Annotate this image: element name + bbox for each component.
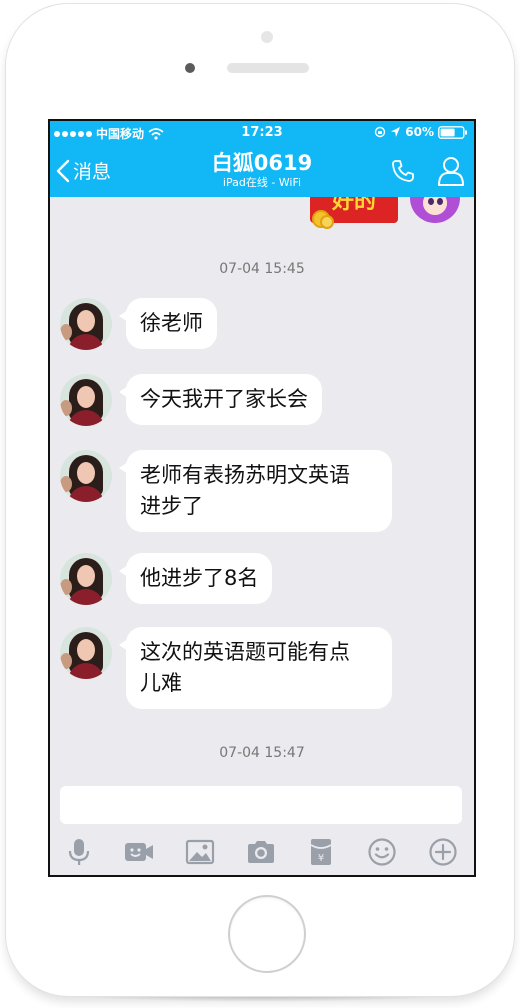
red-packet-button[interactable]: ¥ bbox=[305, 836, 337, 868]
contact-profile-icon[interactable] bbox=[436, 155, 466, 187]
message-bubble[interactable]: 老师有表扬苏明文英语 进步了 bbox=[119, 450, 392, 532]
message-bubble[interactable]: 他进步了8名 bbox=[118, 553, 273, 604]
message-row: 老师有表扬苏明文英语 进步了 bbox=[50, 450, 474, 532]
message-text-line: 老师有表扬苏明文英语 bbox=[140, 463, 350, 487]
front-camera bbox=[185, 63, 195, 73]
input-toolbar: ¥ bbox=[50, 836, 474, 868]
image-button[interactable] bbox=[184, 836, 216, 868]
camera-button[interactable] bbox=[245, 836, 277, 868]
voice-button[interactable] bbox=[63, 836, 95, 868]
status-right: 60% bbox=[374, 125, 468, 139]
chat-header: 消息 白狐0619 iPad在线 - WiFi bbox=[50, 145, 474, 197]
status-bar: 中国移动 17:23 60% bbox=[50, 121, 474, 145]
message-list[interactable]: 好的 07-04 15:45 徐老师 今天我开了家长会 老师有表扬苏明文英语 进… bbox=[50, 197, 474, 782]
message-text-line: 进步了 bbox=[140, 494, 203, 518]
video-call-button[interactable] bbox=[123, 836, 155, 868]
contact-avatar[interactable] bbox=[60, 553, 112, 605]
message-input[interactable] bbox=[60, 786, 462, 824]
battery-percent: 60% bbox=[405, 125, 434, 139]
orientation-lock-icon bbox=[375, 126, 386, 138]
home-button[interactable] bbox=[228, 895, 306, 973]
contact-avatar[interactable] bbox=[60, 627, 112, 679]
emoji-icon bbox=[368, 838, 396, 866]
red-packet-icon: ¥ bbox=[310, 839, 332, 865]
message-bubble[interactable]: 今天我开了家长会 bbox=[119, 374, 322, 425]
svg-text:¥: ¥ bbox=[318, 853, 324, 864]
my-avatar[interactable] bbox=[410, 197, 460, 223]
message-text-line: 今天我开了家长会 bbox=[140, 387, 308, 411]
image-icon bbox=[185, 839, 215, 865]
avatar-eye bbox=[437, 198, 443, 205]
phone-call-icon[interactable] bbox=[390, 158, 416, 184]
earpiece-speaker bbox=[227, 63, 309, 73]
message-text-line: 徐老师 bbox=[140, 311, 203, 335]
more-button[interactable] bbox=[427, 836, 459, 868]
microphone-icon bbox=[68, 839, 90, 865]
message-text-line: 他进步了8名 bbox=[140, 566, 259, 590]
proximity-sensor bbox=[261, 31, 273, 43]
contact-avatar[interactable] bbox=[60, 298, 112, 350]
phone-screen: 中国移动 17:23 60% 消息 白狐0619 iPad在线 - WiFi 好… bbox=[48, 119, 476, 877]
contact-avatar[interactable] bbox=[60, 450, 112, 502]
message-timestamp: 07-04 15:47 bbox=[219, 745, 305, 761]
message-timestamp: 07-04 15:45 bbox=[219, 261, 305, 277]
message-row: 他进步了8名 bbox=[50, 553, 474, 605]
plus-icon bbox=[429, 838, 457, 866]
coin-icon bbox=[320, 215, 334, 229]
video-call-icon bbox=[125, 843, 153, 861]
avatar-face bbox=[423, 197, 447, 215]
message-bubble[interactable]: 徐老师 bbox=[119, 298, 217, 349]
message-row: 徐老师 bbox=[50, 298, 474, 350]
avatar-eye bbox=[428, 198, 434, 205]
message-row: 今天我开了家长会 bbox=[50, 374, 474, 426]
message-bubble[interactable]: 这次的英语题可能有点 儿难 bbox=[119, 627, 392, 709]
message-text-line: 儿难 bbox=[140, 671, 182, 695]
input-bar: ¥ bbox=[50, 782, 474, 875]
message-text-line: 这次的英语题可能有点 bbox=[140, 640, 350, 664]
emoji-button[interactable] bbox=[366, 836, 398, 868]
contact-avatar[interactable] bbox=[60, 374, 112, 426]
battery-icon bbox=[438, 125, 467, 139]
camera-icon bbox=[248, 841, 274, 863]
location-arrow-icon bbox=[391, 127, 401, 137]
message-row: 这次的英语题可能有点 儿难 bbox=[50, 627, 474, 709]
